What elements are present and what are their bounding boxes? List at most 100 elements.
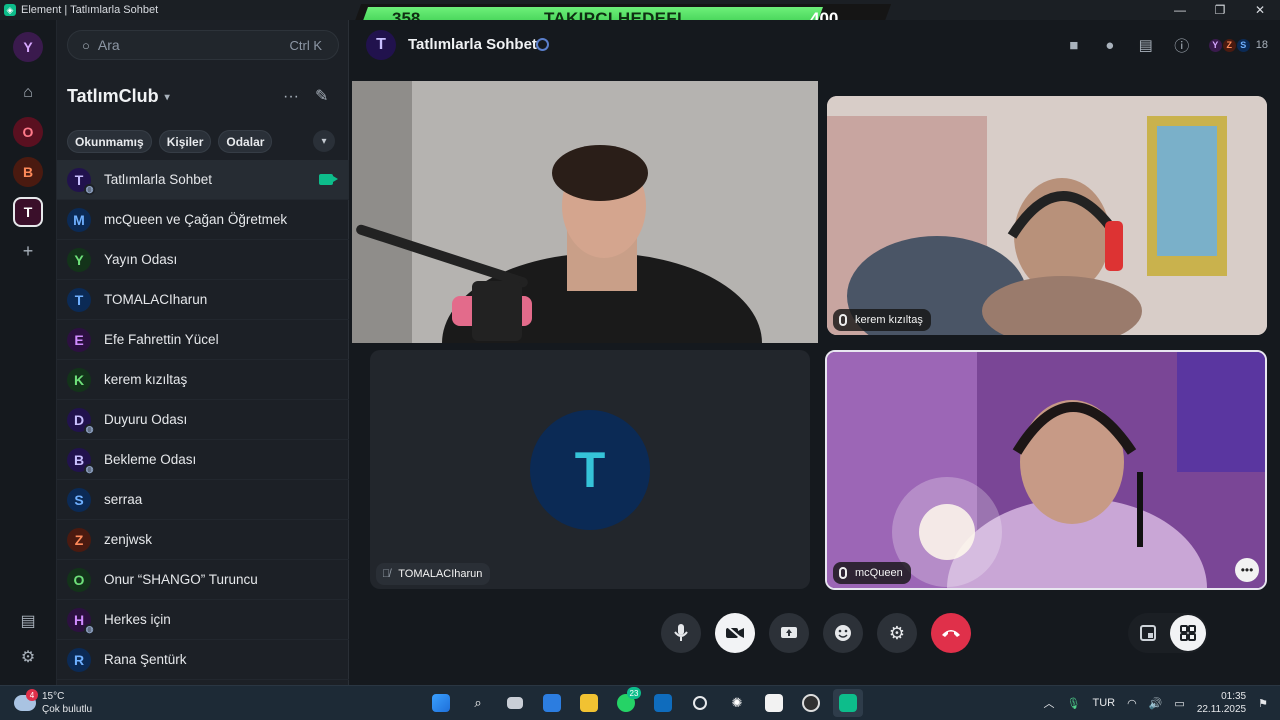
chatgpt-button[interactable]: ✺ — [722, 689, 752, 717]
room-list-item[interactable]: H ◍ Herkes için — [57, 600, 349, 640]
folder-icon — [580, 694, 598, 712]
room-list-item[interactable]: Y Yayın Odası — [57, 240, 349, 280]
clock[interactable]: 01:35 22.11.2025 — [1197, 690, 1246, 716]
room-avatar: Z — [67, 527, 91, 552]
search-icon: ⌕ — [474, 695, 482, 710]
file-explorer-button[interactable] — [574, 689, 604, 717]
taskbar-search-button[interactable]: ⌕ — [463, 689, 493, 717]
store-icon — [543, 694, 561, 712]
notion-button[interactable] — [759, 689, 789, 717]
notion-icon — [765, 694, 783, 712]
app-button[interactable] — [685, 689, 715, 717]
start-button[interactable] — [426, 689, 456, 717]
input-language[interactable]: TUR — [1092, 697, 1115, 709]
room-list-item[interactable]: R Rana Şentürk — [57, 640, 349, 680]
video-tile-tomalaciharun[interactable]: T 🎙̸ TOMALACIharun — [370, 350, 810, 589]
room-avatar: T ◍ — [67, 167, 95, 195]
room-avatar-letter: H — [73, 611, 85, 628]
store-button[interactable] — [537, 689, 567, 717]
grid-layout-icon — [1180, 625, 1196, 641]
weather-widget[interactable]: 4 15°C Çok bulutlu — [14, 689, 92, 716]
participant-avatar: T — [530, 410, 650, 530]
element-button[interactable] — [833, 689, 863, 717]
whatsapp-button[interactable]: 23 — [611, 687, 641, 717]
room-avatar: M — [67, 207, 91, 232]
close-window-button[interactable]: ✕ — [1240, 0, 1280, 20]
microphone-toggle-button[interactable] — [661, 613, 701, 653]
chevron-up-icon[interactable]: ︿ — [1044, 695, 1055, 711]
room-name: Herkes için — [104, 612, 171, 627]
obs-button[interactable] — [796, 689, 826, 717]
member-avatar: S — [1236, 38, 1250, 52]
room-list-item[interactable]: T TOMALACIharun — [57, 280, 349, 320]
video-tile-kerem[interactable]: kerem kızıltaş — [827, 96, 1267, 335]
space-avatar-o[interactable]: O — [13, 117, 43, 147]
screen-share-button[interactable] — [769, 613, 809, 653]
room-list-item[interactable]: MmcQueen ve Çağan Öğretmek — [57, 200, 349, 240]
room-avatar-letter: T — [74, 291, 84, 308]
ongoing-call-icon[interactable] — [319, 174, 338, 185]
camera-toggle-button[interactable] — [715, 613, 755, 653]
microphone-icon — [674, 624, 688, 641]
search-box[interactable]: ○ Ara Ctrl K — [67, 30, 339, 60]
public-room-globe-icon — [536, 38, 549, 51]
task-view-button[interactable] — [500, 689, 530, 717]
notifications-icon[interactable]: ⚑ — [1258, 697, 1268, 710]
filter-unread[interactable]: Okunmamış — [67, 130, 152, 153]
video-tile-host[interactable] — [352, 81, 818, 343]
tile-more-options-icon[interactable]: ••• — [1235, 558, 1259, 582]
reactions-button[interactable] — [823, 613, 863, 653]
threads-icon[interactable]: ▤ — [1136, 36, 1156, 54]
room-list-item[interactable]: O Onur “SHANGO” Turuncu — [57, 560, 349, 600]
threads-icon[interactable]: ▤ — [18, 611, 38, 631]
room-avatar: K — [67, 367, 91, 392]
minimize-button[interactable]: — — [1160, 0, 1200, 20]
room-list-panel: ○ Ara Ctrl K TatlımClub ▾ ··· ✎ Okunmamış… — [57, 20, 349, 685]
weather-badge: 4 — [26, 689, 38, 701]
openai-icon: ✺ — [731, 695, 743, 710]
room-list-item[interactable]: E Efe Fahrettin Yücel — [57, 320, 349, 360]
room-list-item[interactable]: T ◍ Tatlımlarla Sohbet — [57, 160, 349, 200]
room-list-item[interactable]: Kkerem kızıltaş — [57, 360, 349, 400]
participant-name-tag: 🎙̸ TOMALACIharun — [376, 563, 491, 585]
room-avatar[interactable]: T — [366, 30, 396, 60]
add-space-icon[interactable]: + — [18, 241, 38, 261]
home-icon[interactable]: ⌂ — [18, 83, 38, 103]
spotlight-layout-button[interactable] — [1130, 615, 1166, 651]
call-settings-button[interactable]: ⚙ — [877, 613, 917, 653]
video-tile-mcqueen[interactable]: mcQueen ••• — [825, 350, 1267, 590]
room-list-item[interactable]: Sserraa — [57, 480, 349, 520]
microphone-tray-icon[interactable]: 🎙 — [1067, 697, 1081, 710]
room-title[interactable]: Tatlımlarla Sohbet — [408, 36, 537, 53]
room-info-icon[interactable]: ⓘ — [1172, 36, 1192, 55]
space-name: TatlımClub — [67, 86, 159, 106]
maximize-button[interactable]: ❐ — [1200, 0, 1240, 20]
space-avatar-y[interactable]: Y — [13, 32, 43, 62]
room-avatar: T — [67, 287, 91, 312]
video-call-icon[interactable]: ■ — [1064, 36, 1084, 54]
space-name-menu[interactable]: TatlımClub ▾ — [67, 86, 170, 107]
host-video-frame — [352, 81, 818, 343]
settings-gear-icon[interactable]: ⚙ — [18, 647, 38, 667]
room-avatar-letter: T — [74, 171, 84, 188]
compose-icon[interactable]: ✎ — [315, 86, 328, 106]
room-list-item[interactable]: D ◍ Duyuru Odası — [57, 400, 349, 440]
grid-layout-button[interactable] — [1170, 615, 1206, 651]
space-avatar-t[interactable]: T — [13, 197, 43, 227]
chat-bubble-icon[interactable]: ● — [1100, 36, 1120, 54]
filter-rooms[interactable]: Odalar — [218, 130, 273, 153]
room-list-item[interactable]: Zzenjwsk — [57, 520, 349, 560]
hang-up-button[interactable] — [931, 613, 971, 653]
filter-people[interactable]: Kişiler — [158, 130, 212, 153]
more-options-icon[interactable]: ··· — [283, 88, 299, 106]
volume-icon[interactable]: 🔊 — [1149, 697, 1163, 710]
outlook-button[interactable] — [648, 689, 678, 717]
member-facepile[interactable]: Y Z S 18 — [1208, 38, 1268, 52]
room-list-item[interactable]: B ◍ Bekleme Odası — [57, 440, 349, 480]
kerem-video-frame — [827, 96, 1267, 335]
clock-time: 01:35 — [1221, 691, 1247, 702]
filters-expand-icon[interactable]: ▾ — [313, 130, 335, 152]
space-avatar-b[interactable]: B — [13, 157, 43, 187]
battery-icon[interactable]: ▭ — [1174, 697, 1184, 710]
wifi-icon[interactable]: ◠ — [1127, 697, 1137, 710]
